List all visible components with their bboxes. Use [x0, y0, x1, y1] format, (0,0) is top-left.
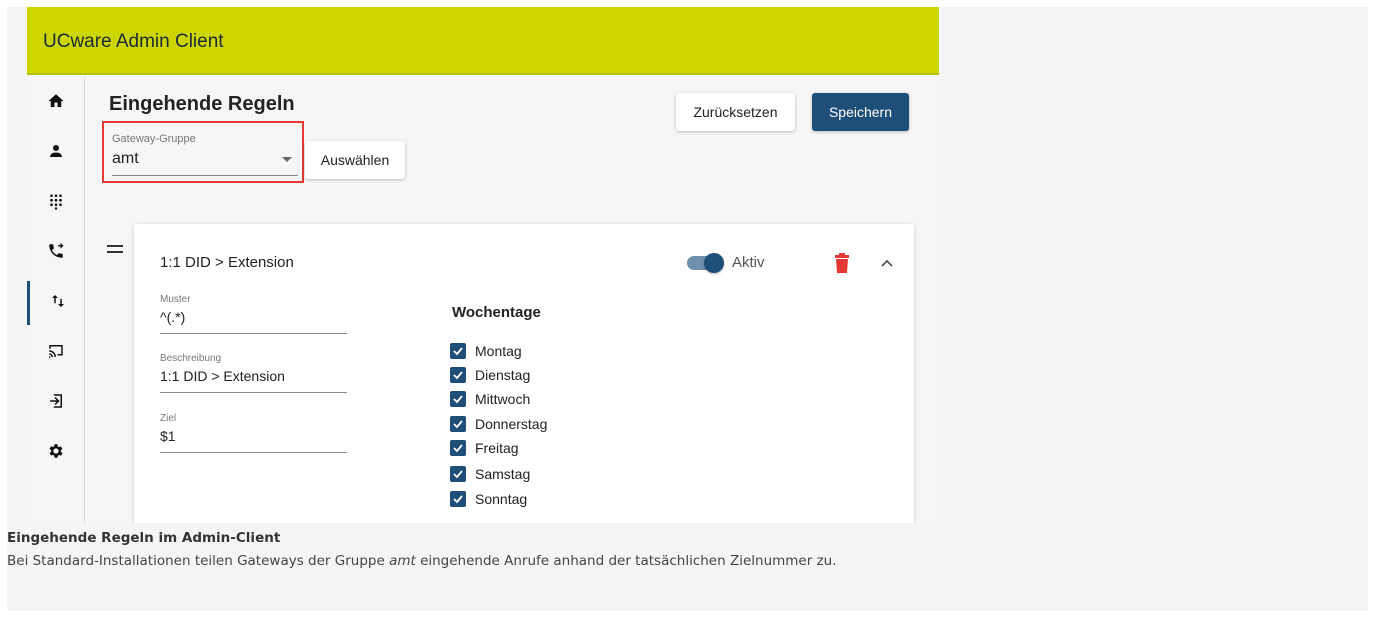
weekday-label: Sonntag: [475, 491, 528, 507]
gear-icon: [47, 442, 65, 465]
select-button[interactable]: Auswählen: [305, 141, 405, 179]
login-icon: [47, 392, 65, 415]
weekday-dienstag[interactable]: Dienstag: [450, 365, 530, 385]
admin-client-window: UCware Admin Client Eingehende Regeln Ga…: [27, 7, 939, 523]
pattern-field[interactable]: Muster ^(.*): [160, 294, 347, 334]
nav-item-forwarding[interactable]: [27, 231, 85, 275]
description-underline: [160, 392, 347, 393]
nav-item-login[interactable]: [27, 381, 85, 425]
gateway-group-label: Gateway-Gruppe: [112, 133, 196, 145]
app-title: UCware Admin Client: [43, 31, 224, 52]
phone-forward-icon: [47, 242, 65, 265]
description-field[interactable]: Beschreibung 1:1 DID > Extension: [160, 353, 347, 393]
weekday-label: Mittwoch: [475, 391, 531, 407]
checkbox-icon[interactable]: [450, 367, 466, 383]
checkbox-icon[interactable]: [450, 466, 466, 482]
chevron-up-icon[interactable]: [880, 255, 894, 267]
nav-item-home[interactable]: [27, 81, 85, 125]
weekday-donnerstag[interactable]: Donnerstag: [450, 414, 547, 434]
gateway-group-select[interactable]: Gateway-Gruppe amt: [102, 121, 304, 183]
pattern-label: Muster: [160, 294, 191, 305]
description-label: Beschreibung: [160, 353, 222, 364]
user-icon: [47, 142, 65, 165]
cast-icon: [47, 342, 65, 365]
top-bar: UCware Admin Client: [27, 7, 939, 75]
weekday-freitag[interactable]: Freitag: [450, 438, 519, 458]
page-title: Eingehende Regeln: [109, 93, 295, 115]
trash-icon[interactable]: [834, 253, 850, 273]
caption-title: Eingehende Regeln im Admin-Client: [7, 530, 281, 546]
active-toggle[interactable]: [687, 253, 724, 273]
target-field[interactable]: Ziel $1: [160, 413, 347, 453]
side-nav: [27, 77, 85, 523]
caption-text-end: eingehende Anrufe anhand der tatsächlich…: [415, 553, 837, 569]
nav-item-settings[interactable]: [27, 431, 85, 475]
weekday-mittwoch[interactable]: Mittwoch: [450, 389, 530, 409]
description-value[interactable]: 1:1 DID > Extension: [160, 368, 347, 384]
target-value[interactable]: $1: [160, 428, 347, 444]
weekday-montag[interactable]: Montag: [450, 341, 522, 361]
nav-item-dialpad[interactable]: [27, 181, 85, 225]
weekday-label: Donnerstag: [475, 416, 548, 432]
gateway-group-underline: [112, 175, 298, 176]
home-icon: [47, 92, 65, 115]
drag-handle-icon[interactable]: [107, 245, 123, 255]
weekday-samstag[interactable]: Samstag: [450, 464, 530, 484]
target-label: Ziel: [160, 413, 177, 424]
pattern-underline: [160, 333, 347, 334]
gateway-group-value: amt: [112, 150, 139, 167]
weekdays-heading: Wochentage: [452, 304, 541, 321]
checkbox-icon[interactable]: [450, 343, 466, 359]
weekday-label: Samstag: [475, 466, 531, 482]
checkbox-icon[interactable]: [450, 391, 466, 407]
checkbox-icon[interactable]: [450, 440, 466, 456]
checkbox-icon[interactable]: [450, 491, 466, 507]
rule-title: 1:1 DID > Extension: [160, 254, 294, 271]
caption-text-start: Bei Standard-Installationen teilen Gatew…: [7, 553, 390, 569]
rule-card: 1:1 DID > Extension Aktiv Muster ^(.*) B…: [134, 224, 914, 523]
toggle-knob: [704, 253, 724, 273]
reset-button[interactable]: Zurücksetzen: [676, 93, 795, 131]
pattern-value[interactable]: ^(.*): [160, 309, 347, 325]
caption-text: Bei Standard-Installationen teilen Gatew…: [7, 551, 937, 572]
nav-item-users[interactable]: [27, 131, 85, 175]
active-label: Aktiv: [732, 254, 765, 271]
weekday-label: Montag: [475, 343, 522, 359]
nav-item-provisioning[interactable]: [27, 331, 85, 375]
weekday-label: Freitag: [475, 440, 519, 456]
weekday-label: Dienstag: [475, 367, 531, 383]
dropdown-arrow-icon[interactable]: [282, 157, 292, 162]
checkbox-icon[interactable]: [450, 416, 466, 432]
caption-emphasis: amt: [389, 553, 416, 569]
swap-vertical-icon: [49, 292, 67, 315]
dialpad-icon: [47, 192, 65, 215]
weekday-sonntag[interactable]: Sonntag: [450, 489, 527, 509]
target-underline: [160, 452, 347, 453]
nav-item-incoming-rules[interactable]: [27, 281, 85, 325]
save-button[interactable]: Speichern: [812, 93, 909, 131]
